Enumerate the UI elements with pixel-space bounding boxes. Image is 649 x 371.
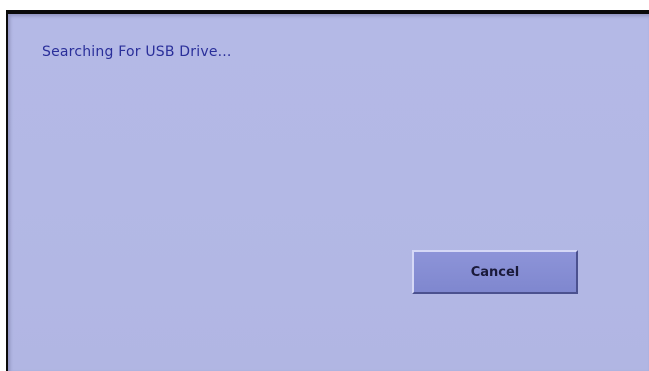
cancel-button[interactable]: Cancel: [412, 250, 578, 294]
cancel-button-label: Cancel: [470, 264, 520, 280]
status-message: Searching For USB Drive...: [42, 44, 232, 60]
usb-search-dialog: Searching For USB Drive... Cancel: [8, 14, 649, 371]
